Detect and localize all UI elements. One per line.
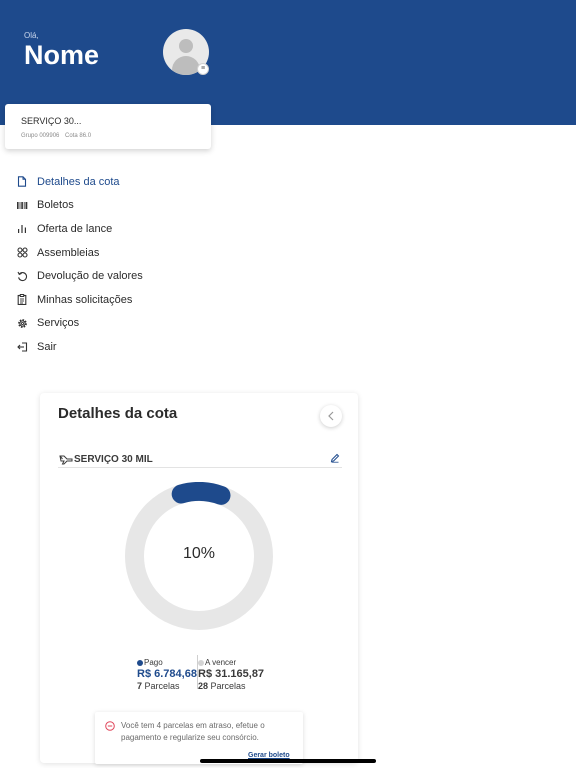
menu-item-devolucao-de-valores[interactable]: Devolução de valores [16, 264, 216, 288]
quota-details-panel: Detalhes da cota SERVIÇO 30 MIL 10% Pago… [40, 393, 358, 764]
service-name: SERVIÇO 30 MIL [74, 454, 153, 465]
overdue-alert: Você tem 4 parcelas em atraso, efetue o … [95, 712, 303, 764]
contract-group: Grupo 009906 [21, 133, 60, 139]
gear-icon [16, 317, 28, 329]
group-icon [16, 247, 28, 259]
menu-item-sair[interactable]: Sair [16, 335, 216, 359]
menu-label: Detalhes da cota [37, 175, 120, 188]
menu-label: Devolução de valores [37, 270, 143, 283]
paid-label: Pago [144, 658, 163, 667]
legend-due: A vencer R$ 31.165,87 28 Parcelas [198, 658, 264, 691]
avatar-menu-icon[interactable]: ≡ [197, 63, 209, 75]
due-parcels-count: 28 [198, 681, 209, 691]
user-name: Nome [24, 40, 100, 70]
menu-item-minhas-solicitacoes[interactable]: Minhas solicitações [16, 288, 216, 312]
due-parcels-label: Parcelas [210, 681, 246, 691]
alert-text: Você tem 4 parcelas em atraso, efetue o … [121, 721, 265, 742]
contract-meta: Grupo 009906 Cota 86.0 [21, 133, 91, 139]
refund-icon [16, 270, 28, 282]
bar-chart-icon [16, 223, 28, 235]
paid-parcels-count: 7 [137, 681, 143, 691]
due-label: A vencer [205, 658, 237, 667]
paid-dot [137, 659, 143, 666]
barcode-icon [16, 199, 28, 211]
home-indicator [200, 759, 376, 763]
due-amount: R$ 31.165,87 [198, 668, 265, 680]
service-row: SERVIÇO 30 MIL [58, 453, 342, 468]
generate-boleto-link[interactable]: Gerar boleto [248, 752, 290, 759]
avatar-body-shape [172, 56, 200, 75]
menu-label: Minhas solicitações [37, 293, 133, 306]
menu-label: Oferta de lance [37, 222, 113, 235]
contract-quota: Cota 86.0 [65, 133, 92, 139]
panel-title: Detalhes da cota [58, 405, 178, 422]
menu-label: Sair [37, 340, 57, 353]
side-menu: Detalhes da cota Boletos Oferta de lance… [16, 170, 216, 359]
paid-parcels: 7 Parcelas [137, 681, 197, 691]
menu-item-oferta-de-lance[interactable]: Oferta de lance [16, 217, 216, 241]
minus-circle-icon [105, 721, 115, 731]
greeting: Olá, [24, 31, 39, 40]
menu-label: Boletos [37, 199, 74, 212]
edit-icon[interactable] [330, 453, 340, 463]
menu-item-detalhes-da-cota[interactable]: Detalhes da cota [16, 170, 216, 194]
due-dot [198, 659, 204, 666]
logout-icon [16, 341, 28, 353]
percent-paid: 10% [182, 545, 216, 562]
collapse-button[interactable] [320, 405, 342, 427]
menu-label: Serviços [37, 317, 80, 330]
donut-progress-arc [171, 482, 231, 505]
document-icon [16, 176, 28, 188]
due-parcels: 28 Parcelas [198, 681, 264, 691]
paid-amount: R$ 6.784,68 [137, 668, 197, 680]
contract-card[interactable]: SERVIÇO 30... Grupo 009906 Cota 86.0 [5, 104, 211, 149]
contract-title: SERVIÇO 30... [21, 116, 82, 126]
legend-paid: Pago R$ 6.784,68 7 Parcelas [137, 658, 197, 691]
service-icon [59, 455, 73, 465]
app-screen: Olá, Nome ≡ SERVIÇO 30... Grupo 009906 C… [0, 0, 576, 768]
menu-item-boletos[interactable]: Boletos [16, 194, 216, 218]
menu-item-servicos[interactable]: Serviços [16, 312, 216, 336]
menu-item-assembleias[interactable]: Assembleias [16, 241, 216, 265]
menu-label: Assembleias [37, 246, 100, 259]
paid-parcels-label: Parcelas [144, 681, 180, 691]
clipboard-icon [16, 294, 28, 306]
chevron-left-icon [328, 411, 334, 421]
avatar-head-shape [179, 39, 193, 53]
